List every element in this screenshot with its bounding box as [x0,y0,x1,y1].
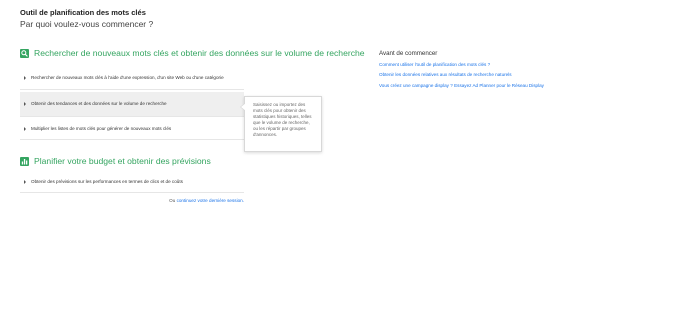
section-title-research: Rechercher de nouveaux mots clés et obte… [20,48,365,58]
sidebar-title: Avant de commencer [379,50,438,57]
sidebar-link-ad-planner[interactable]: Vous créez une campagne display ? Essaye… [379,83,554,89]
continue-session: Ou continuez votre dernière session. [169,198,244,203]
option-forecasts[interactable]: Obtenir des prévisions sur les performan… [20,172,244,193]
chevron-right-icon [24,180,26,184]
page-title: Outil de planification des mots clés [20,8,146,17]
sidebar-link-organic-data[interactable]: Obtenir les données relatives aux résult… [379,72,554,78]
search-icon [20,48,29,58]
bar-chart-icon [20,156,29,166]
chevron-right-icon [24,102,26,106]
continue-session-link[interactable]: continuez votre dernière session. [177,198,244,203]
section-title-budget: Planifier votre budget et obtenir des pr… [20,156,211,166]
sidebar-link-how-to[interactable]: Comment utiliser l'outil de planificatio… [379,62,554,68]
option-search-volume[interactable]: Obtenir des tendances et des données sur… [20,92,244,117]
option-tooltip: Saisissez ou importez des mots clés pour… [240,96,322,152]
page-subtitle: Par quoi voulez-vous commencer ? [20,19,154,29]
option-find-keywords[interactable]: Rechercher de nouveaux mots clés à l'aid… [20,66,244,90]
chevron-right-icon [24,126,26,131]
chevron-right-icon [24,75,26,80]
option-multiply-lists[interactable]: Multiplier les listes de mots clés pour … [20,118,244,140]
